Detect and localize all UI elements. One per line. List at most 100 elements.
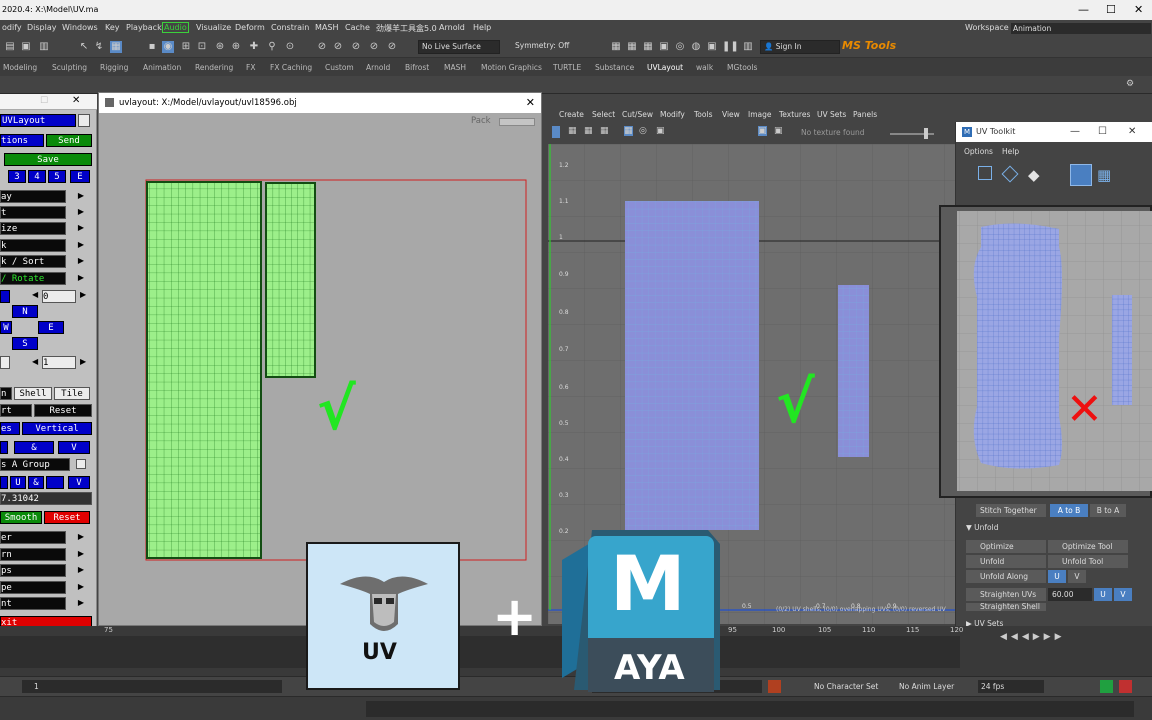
uv-menu-create[interactable]: Create	[559, 110, 584, 119]
uvlayout-close-icon[interactable]: ✕	[526, 93, 535, 113]
tab-rigging[interactable]: Rigging	[100, 63, 128, 72]
options-button[interactable]: tions	[0, 134, 44, 147]
straighten-u-button[interactable]: U	[1094, 588, 1112, 601]
minimize-icon[interactable]: —	[1078, 3, 1089, 16]
tab-walk[interactable]: walk	[696, 63, 713, 72]
menu-cache[interactable]: Cache	[345, 23, 370, 32]
tab-animation[interactable]: Animation	[143, 63, 181, 72]
optimize-tool-button[interactable]: Optimize Tool	[1048, 540, 1128, 553]
menu-mash[interactable]: MASH	[315, 23, 338, 32]
uv-left-button[interactable]	[0, 476, 8, 489]
menu-deform[interactable]: Deform	[235, 23, 265, 32]
offset-input[interactable]: 0	[42, 290, 76, 303]
unfold-button[interactable]: Unfold	[966, 555, 1046, 568]
unfold-along-button[interactable]: Unfold Along	[966, 570, 1046, 583]
menu-arnold[interactable]: Arnold	[439, 23, 465, 32]
unfold-tool-button[interactable]: Unfold Tool	[1048, 555, 1128, 568]
shell-select-icon[interactable]: ◆	[1028, 166, 1040, 184]
a-to-b-button[interactable]: A to B	[1050, 504, 1088, 517]
uv-menu-select[interactable]: Select	[592, 110, 615, 119]
tab-sculpting[interactable]: Sculpting	[52, 63, 87, 72]
uv-menu-view[interactable]: View	[722, 110, 740, 119]
uv-snap-icon[interactable]: ◎	[639, 126, 647, 136]
tab-motion-graphics[interactable]: Motion Graphics	[481, 63, 542, 72]
shell-button[interactable]: Shell	[14, 387, 52, 400]
uv-menu-textures[interactable]: Textures	[779, 110, 810, 119]
playback-controls-icon[interactable]: ◀◀◀▶▶▶	[1000, 632, 1066, 642]
toolkit-maximize-icon[interactable]: ☐	[1098, 122, 1107, 142]
workspace-dropdown[interactable]: Animation	[1011, 23, 1151, 34]
stitch-together-button[interactable]: Stitch Together	[976, 504, 1046, 517]
snap-live-icon[interactable]: ✚	[248, 41, 260, 53]
paint-arrow-icon[interactable]: ▶	[78, 598, 84, 607]
filter-arrow-icon[interactable]: ▶	[78, 532, 84, 541]
menu-audio[interactable]: Audio	[162, 22, 189, 33]
move-east-button[interactable]: E	[38, 321, 64, 334]
fps-dropdown[interactable]: 24 fps	[978, 680, 1044, 693]
pack-arrow-icon[interactable]: ▶	[78, 240, 84, 249]
lasso-tool-icon[interactable]: ↯	[93, 41, 105, 53]
sign-in-button[interactable]: 👤 Sign In	[760, 40, 840, 54]
uvlayout-toggle[interactable]	[78, 114, 90, 127]
unfold-v-button[interactable]: V	[1068, 570, 1086, 583]
smooth-button[interactable]: Smooth	[0, 511, 42, 524]
straighten-uvs-button[interactable]: Straighten UVs	[966, 588, 1046, 601]
num-5-button[interactable]: 5	[48, 170, 66, 183]
decrement-arrow-icon[interactable]: ◀	[32, 290, 38, 299]
snap-point-icon[interactable]: ⊛	[214, 41, 226, 53]
character-set-dropdown[interactable]: No Character Set	[814, 682, 878, 691]
tab-fx-caching[interactable]: FX Caching	[270, 63, 312, 72]
folder-open-icon[interactable]: ▥	[38, 41, 50, 53]
rotate-menu[interactable]: / Rotate	[0, 272, 66, 285]
render-view-icon[interactable]: ▦	[642, 41, 654, 53]
exposure-slider-handle[interactable]	[924, 128, 928, 139]
step-input-left[interactable]	[0, 356, 10, 369]
plugin-maximize-icon[interactable]: ☐	[40, 96, 48, 106]
num-3-button[interactable]: 3	[8, 170, 26, 183]
uv-camera-icon[interactable]: ▣	[656, 126, 665, 136]
menu-constrain[interactable]: Constrain	[271, 23, 309, 32]
move-south-button[interactable]: S	[12, 337, 38, 350]
tile-button[interactable]: Tile	[54, 387, 90, 400]
uvlayout-title-button[interactable]: UVLayout	[0, 114, 76, 127]
b-to-a-button[interactable]: B to A	[1090, 504, 1126, 517]
select-arrow-icon[interactable]: ▶	[78, 207, 84, 216]
timeline-track[interactable]	[0, 636, 960, 668]
menu-modify[interactable]: odify	[2, 23, 22, 32]
close-icon[interactable]: ✕	[1134, 3, 1143, 16]
shape-arrow-icon[interactable]: ▶	[78, 582, 84, 591]
hypergraph-icon[interactable]: ▦	[626, 41, 638, 53]
uv-grid3-icon[interactable]: ▦	[600, 126, 609, 136]
menu-toolbox[interactable]: 劲爆羊工具盒5.0	[376, 23, 437, 34]
render-icon[interactable]: ⊘	[316, 41, 328, 53]
straighten-v-button[interactable]: V	[1114, 588, 1132, 601]
grid-icon[interactable]: ▦	[610, 41, 622, 53]
straighten-angle-input[interactable]: 60.00	[1048, 588, 1092, 601]
uv-v-button[interactable]: V	[68, 476, 90, 489]
tab-uvlayout[interactable]: UVLayout	[647, 63, 683, 72]
object-mode-icon[interactable]: ◉	[162, 41, 174, 53]
stats-icon[interactable]: ▥	[742, 41, 754, 53]
menu-visualize[interactable]: Visualize	[196, 23, 231, 32]
align-and-button[interactable]: &	[14, 441, 54, 454]
paint-menu[interactable]: nt	[0, 597, 66, 610]
cache-toggle-icon[interactable]	[1119, 680, 1132, 693]
move-west-button[interactable]: W	[0, 321, 12, 334]
uv-menu-image[interactable]: Image	[748, 110, 772, 119]
tab-mash[interactable]: MASH	[444, 63, 466, 72]
tab-fx[interactable]: FX	[246, 63, 255, 72]
as-group-checkbox[interactable]	[76, 459, 86, 469]
anim-layer-dropdown[interactable]: No Anim Layer	[899, 682, 954, 691]
sort-start-button[interactable]: rt	[0, 404, 32, 417]
uv-editor-left-tool-icon[interactable]	[552, 126, 560, 138]
uv-menu-tools[interactable]: Tools	[694, 110, 712, 119]
tab-substance[interactable]: Substance	[595, 63, 634, 72]
target-icon[interactable]: ⊙	[284, 41, 296, 53]
face-select-icon[interactable]	[978, 166, 992, 180]
snap-view-icon[interactable]: ⊕	[230, 41, 242, 53]
menu-playback[interactable]: Playback	[126, 23, 162, 32]
step-decrement-icon[interactable]: ◀	[32, 357, 38, 366]
move-north-button[interactable]: N	[12, 305, 38, 318]
menu-help[interactable]: Help	[473, 23, 491, 32]
uv-grid-toggle-icon[interactable]	[1070, 164, 1092, 186]
